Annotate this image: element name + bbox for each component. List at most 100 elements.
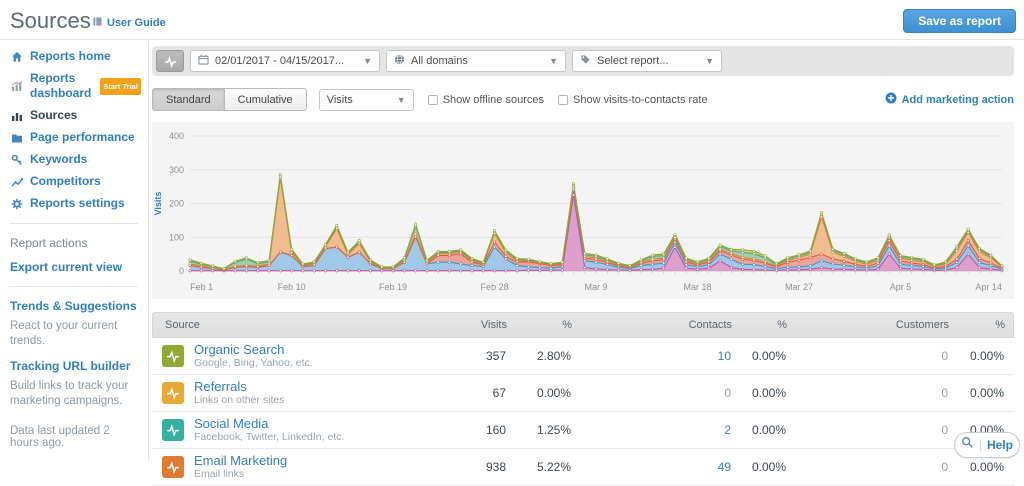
show-offline-sources-checkbox[interactable]: Show offline sources <box>428 94 544 106</box>
sidebar-item-label: Reports dashboard <box>30 71 91 101</box>
customers-value: 0 <box>790 349 952 363</box>
source-description: Email links <box>194 468 287 481</box>
key-icon <box>10 154 23 166</box>
chevron-down-icon: ▼ <box>363 56 372 66</box>
sidebar-item-reports-dashboard[interactable]: Reports dashboard Start Trial <box>10 71 138 101</box>
sidebar-divider <box>10 286 138 287</box>
help-label[interactable]: Help <box>987 438 1013 452</box>
tracking-description: Build links to track your marketing camp… <box>10 379 138 409</box>
sidebar-item-reports-home[interactable]: Reports home <box>10 49 138 64</box>
sources-pulse-button[interactable] <box>156 50 184 72</box>
col-contacts: Contacts <box>576 319 736 331</box>
referrals-pulse-icon <box>162 382 184 404</box>
col-customers: Customers <box>791 319 953 331</box>
folder-icon <box>10 132 23 144</box>
svg-text:Apr 5: Apr 5 <box>890 282 912 292</box>
start-trial-badge[interactable]: Start Trial <box>100 78 141 95</box>
svg-text:Mar 27: Mar 27 <box>785 282 813 292</box>
sidebar-item-reports-settings[interactable]: Reports settings <box>10 196 138 211</box>
customers-pct-value: 0.00% <box>952 349 1008 363</box>
sidebar-item-sources[interactable]: Sources <box>10 108 138 123</box>
svg-text:100: 100 <box>169 232 184 242</box>
date-range-dropdown[interactable]: 02/01/2017 - 04/15/2017... ▼ <box>190 50 380 72</box>
standard-toggle-button[interactable]: Standard <box>152 88 225 111</box>
checkbox-icon <box>558 95 568 105</box>
svg-text:0: 0 <box>179 266 184 276</box>
main-content: 02/01/2017 - 04/15/2017... ▼ All domains… <box>152 41 1014 486</box>
customers-value: 0 <box>790 386 952 400</box>
last-updated-note: Data last updated 2 hours ago. <box>10 425 138 449</box>
sidebar-item-page-performance[interactable]: Page performance <box>10 130 138 145</box>
trends-description: React to your current trends. <box>10 319 138 349</box>
sources-chart-svg[interactable]: 0100200300400Feb 1Feb 10Feb 19Feb 28Mar … <box>152 122 1014 299</box>
export-current-view-link[interactable]: Export current view <box>10 260 138 274</box>
metric-dropdown[interactable]: Visits ▼ <box>319 89 414 111</box>
visits-value: 67 <box>382 386 510 400</box>
page-title: Sources <box>10 8 91 34</box>
plus-circle-icon <box>885 92 897 107</box>
svg-text:Apr 14: Apr 14 <box>975 282 1002 292</box>
user-guide-link[interactable]: User Guide <box>92 16 166 30</box>
search-icon[interactable] <box>961 436 974 454</box>
organic-search-pulse-icon <box>162 345 184 367</box>
contacts-link[interactable]: 49 <box>575 460 735 474</box>
contacts-pct-value: 0.00% <box>735 460 790 474</box>
sources-table: Source Visits % Contacts % Customers % O… <box>152 312 1014 486</box>
book-icon <box>92 16 103 30</box>
save-as-report-button[interactable]: Save as report <box>903 9 1016 33</box>
table-row-email-marketing: Email Marketing Email links 938 5.22% 49… <box>152 449 1014 486</box>
customers-pct-value: 0.00% <box>952 386 1008 400</box>
contacts-value: 0 <box>575 386 735 400</box>
sources-area-chart[interactable]: 0100200300400Feb 1Feb 10Feb 19Feb 28Mar … <box>152 122 1014 299</box>
source-link[interactable]: Social Media <box>194 416 344 431</box>
show-visits-to-contacts-label: Show visits-to-contacts rate <box>573 94 708 106</box>
sidebar-item-keywords[interactable]: Keywords <box>10 152 138 167</box>
source-description: Links on other sites <box>194 394 284 407</box>
visits-pct-value: 2.80% <box>510 349 575 363</box>
customers-value: 0 <box>790 460 952 474</box>
select-report-dropdown[interactable]: Select report... ▼ <box>572 50 722 72</box>
contacts-pct-value: 0.00% <box>735 349 790 363</box>
chevron-down-icon: ▼ <box>549 56 558 66</box>
table-header-row: Source Visits % Contacts % Customers % <box>152 312 1014 338</box>
svg-text:300: 300 <box>169 165 184 175</box>
sidebar-item-label: Page performance <box>30 130 135 145</box>
svg-text:400: 400 <box>169 131 184 141</box>
svg-text:Feb 1: Feb 1 <box>190 282 213 292</box>
add-marketing-action-link[interactable]: Add marketing action <box>885 92 1014 107</box>
customers-pct-value: 0.00% <box>952 460 1008 474</box>
tag-icon <box>580 54 591 68</box>
col-contacts-pct: % <box>736 319 791 331</box>
dashboard-chart-icon <box>10 80 23 92</box>
email-marketing-pulse-icon <box>162 456 184 478</box>
source-description: Facebook, Twitter, LinkedIn, etc. <box>194 431 344 444</box>
col-visits-pct: % <box>511 319 576 331</box>
contacts-link[interactable]: 10 <box>575 349 735 363</box>
pulse-icon <box>164 55 177 68</box>
table-row-organic-search: Organic Search Google, Bing, Yahoo, etc.… <box>152 338 1014 375</box>
source-link[interactable]: Referrals <box>194 379 284 394</box>
cumulative-toggle-button[interactable]: Cumulative <box>225 88 307 111</box>
svg-text:Mar 18: Mar 18 <box>684 282 712 292</box>
source-link[interactable]: Organic Search <box>194 342 313 357</box>
contacts-link[interactable]: 2 <box>575 423 735 437</box>
trend-line-icon <box>10 176 23 188</box>
help-widget[interactable]: Help <box>954 432 1020 458</box>
trends-suggestions-link[interactable]: Trends & Suggestions <box>10 299 138 313</box>
customers-value: 0 <box>790 423 952 437</box>
svg-text:Feb 10: Feb 10 <box>278 282 306 292</box>
gear-icon <box>10 198 23 210</box>
visits-value: 938 <box>382 460 510 474</box>
domain-dropdown[interactable]: All domains ▼ <box>386 50 566 72</box>
svg-text:Mar 9: Mar 9 <box>585 282 608 292</box>
visits-value: 357 <box>382 349 510 363</box>
col-visits: Visits <box>383 319 511 331</box>
visits-value: 160 <box>382 423 510 437</box>
sidebar-item-competitors[interactable]: Competitors <box>10 174 138 189</box>
sidebar-item-label: Competitors <box>30 174 101 189</box>
chevron-down-icon: ▼ <box>397 95 406 105</box>
show-visits-to-contacts-checkbox[interactable]: Show visits-to-contacts rate <box>558 94 708 106</box>
select-report-value: Select report... <box>597 55 669 67</box>
report-actions-label: Report actions <box>10 236 138 250</box>
tracking-url-builder-link[interactable]: Tracking URL builder <box>10 359 138 373</box>
